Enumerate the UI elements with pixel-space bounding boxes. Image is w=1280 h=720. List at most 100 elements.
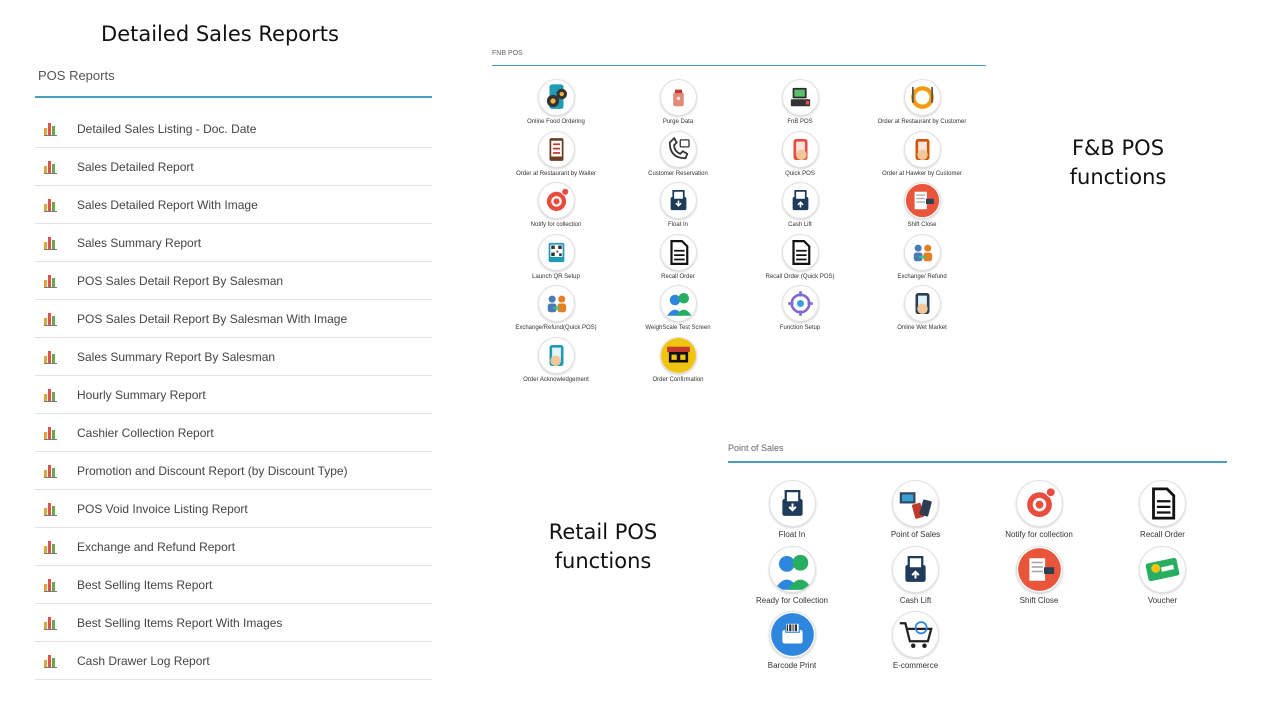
report-item-label: POS Void Invoice Listing Report [77, 501, 248, 516]
tile-exchange-refund[interactable]: Exchange/ Refund [860, 233, 984, 280]
tile-quick-pos[interactable]: Quick POS [738, 130, 862, 177]
tile-label: Order at Restaurant by Waiter [516, 170, 596, 177]
tile-purge-data[interactable]: Purge Data [616, 79, 740, 125]
tile-label: Recall Order [661, 273, 695, 280]
report-item-label: Sales Summary Report [77, 235, 202, 250]
report-item-label: Sales Summary Report By Salesman [77, 349, 276, 364]
report-item[interactable]: Exchange and Refund Report [35, 528, 432, 566]
float-in-icon [659, 182, 697, 219]
exchange-refund-quick-icon [537, 285, 575, 322]
report-item[interactable]: Best Selling Items Report [35, 566, 432, 604]
tile-ready-collection[interactable]: Ready for Collection [730, 545, 854, 605]
report-item[interactable]: Cashier Collection Report [35, 414, 432, 452]
tile-label: Order Acknowledgement [523, 376, 589, 383]
report-item[interactable]: POS Sales Detail Report By Salesman [35, 262, 432, 300]
barcode-print-icon [768, 611, 816, 658]
tile-barcode-print[interactable]: Barcode Print [730, 611, 854, 670]
report-item-label: POS Sales Detail Report By Salesman With… [77, 311, 348, 326]
report-chart-icon [44, 578, 57, 592]
fnb-pos-title: FNB POS [492, 47, 986, 66]
report-chart-icon [44, 160, 57, 174]
tile-shift-close[interactable]: Shift Close [977, 545, 1101, 605]
tile-label: Cash Lift [899, 595, 932, 605]
tile-notify[interactable]: Notify for collection [494, 182, 618, 228]
tile-recall-order[interactable]: Recall Order [616, 233, 740, 280]
tile-online-food-ordering[interactable]: Online Food Ordering [494, 79, 618, 125]
report-chart-icon [44, 616, 57, 630]
cash-lift-icon [892, 545, 939, 593]
tile-recall-order-quick[interactable]: Recall Order (Quick POS) [738, 233, 862, 280]
report-item[interactable]: Hourly Summary Report [35, 376, 432, 414]
tile-float-in[interactable]: Float In [616, 182, 740, 228]
report-item[interactable]: Cash Drawer Log Report [35, 642, 432, 680]
report-item[interactable]: Detailed Sales Listing - Doc. Date [35, 110, 432, 148]
report-item[interactable]: Best Selling Items Report With Images [35, 604, 432, 642]
report-item[interactable]: Promotion and Discount Report (by Discou… [35, 452, 432, 490]
report-item-label: POS Sales Detail Report By Salesman [77, 273, 284, 288]
retail-pos-panel: Point of Sales Float In Point of Sales Not… [728, 440, 1227, 670]
tile-label: Point of Sales [890, 530, 941, 539]
report-chart-icon [44, 236, 57, 250]
tile-voucher[interactable]: Voucher [1101, 545, 1225, 605]
tile-recall-order[interactable]: Recall Order [1101, 480, 1225, 539]
tile-label: Float In [778, 530, 806, 539]
tile-order-ack[interactable]: Order Acknowledgement [494, 336, 618, 383]
tile-label: Shift Close [907, 222, 937, 228]
recall-order-icon [659, 233, 697, 271]
tile-reservation[interactable]: Customer Reservation [616, 130, 740, 177]
report-item[interactable]: POS Void Invoice Listing Report [35, 490, 432, 528]
tile-float-in[interactable]: Float In [730, 480, 854, 539]
notify-icon [1015, 480, 1063, 527]
tile-cash-lift[interactable]: Cash Lift [738, 182, 862, 228]
tile-point-of-sales[interactable]: Point of Sales [854, 480, 978, 539]
pos-reports-title: POS Reports [35, 66, 432, 98]
tile-label: E-commerce [892, 661, 939, 670]
report-item[interactable]: POS Sales Detail Report By Salesman With… [35, 300, 432, 338]
tile-order-confirmation[interactable]: Order Confirmation [616, 336, 740, 383]
ecommerce-icon [892, 611, 939, 658]
reservation-icon [659, 130, 697, 168]
function-setup-icon [781, 285, 819, 322]
tile-label: Recall Order (Quick POS) [765, 273, 835, 280]
tile-exchange-refund-quick[interactable]: Exchange/Refund(Quick POS) [494, 285, 618, 331]
shift-close-icon [903, 182, 941, 219]
order-confirmation-icon [659, 336, 697, 374]
tile-cash-lift[interactable]: Cash Lift [854, 545, 978, 605]
tile-label: Order Confirmation [652, 376, 704, 383]
tile-function-setup[interactable]: Function Setup [738, 285, 862, 331]
report-item[interactable]: Sales Detailed Report With Image [35, 186, 432, 224]
fnb-pos-panel: FNB POS Online Food Ordering Purge Data Fn… [492, 47, 986, 383]
tile-ecommerce[interactable]: E-commerce [854, 611, 978, 670]
report-item[interactable]: Sales Summary Report By Salesman [35, 338, 432, 376]
tile-restaurant-waiter[interactable]: Order at Restaurant by Waiter [494, 130, 618, 177]
report-item-label: Hourly Summary Report [77, 387, 206, 402]
recall-order-icon [1139, 480, 1186, 527]
tile-label: Online Food Ordering [527, 119, 585, 125]
tile-qr-setup[interactable]: Launch QR Setup [494, 233, 618, 280]
hawker-order-icon [903, 130, 941, 168]
tile-restaurant-customer[interactable]: Order at Restaurant by Customer [860, 79, 984, 125]
quick-pos-icon [781, 130, 819, 168]
report-item-label: Cashier Collection Report [77, 425, 214, 440]
tile-fnb-pos[interactable]: FnB POS [738, 79, 862, 125]
report-item-label: Exchange and Refund Report [77, 539, 236, 554]
tile-hawker-order[interactable]: Order at Hawker by Customer [860, 130, 984, 177]
order-ack-icon [537, 336, 575, 374]
tile-shift-close[interactable]: Shift Close [860, 182, 984, 228]
report-item-label: Best Selling Items Report [77, 577, 213, 592]
tile-label: Cash Lift [788, 222, 812, 228]
report-item-label: Detailed Sales Listing - Doc. Date [77, 121, 257, 136]
recall-order-quick-icon [781, 233, 819, 271]
report-chart-icon [44, 122, 57, 136]
tile-notify[interactable]: Notify for collection [977, 480, 1101, 539]
retail-pos-title: Point of Sales [728, 440, 1227, 463]
tile-label: Order at Hawker by Customer [882, 170, 962, 177]
report-chart-icon [44, 274, 57, 288]
tile-label: Voucher [1147, 595, 1178, 605]
tile-weighscale[interactable]: WeighScale Test Screen [616, 285, 740, 331]
report-item[interactable]: Sales Detailed Report [35, 148, 432, 186]
report-item[interactable]: Sales Summary Report [35, 224, 432, 262]
tile-wet-market[interactable]: Online Wet Market [860, 285, 984, 331]
tile-label: Notify for collection [530, 222, 582, 228]
tile-label: Exchange/Refund(Quick POS) [515, 325, 597, 331]
